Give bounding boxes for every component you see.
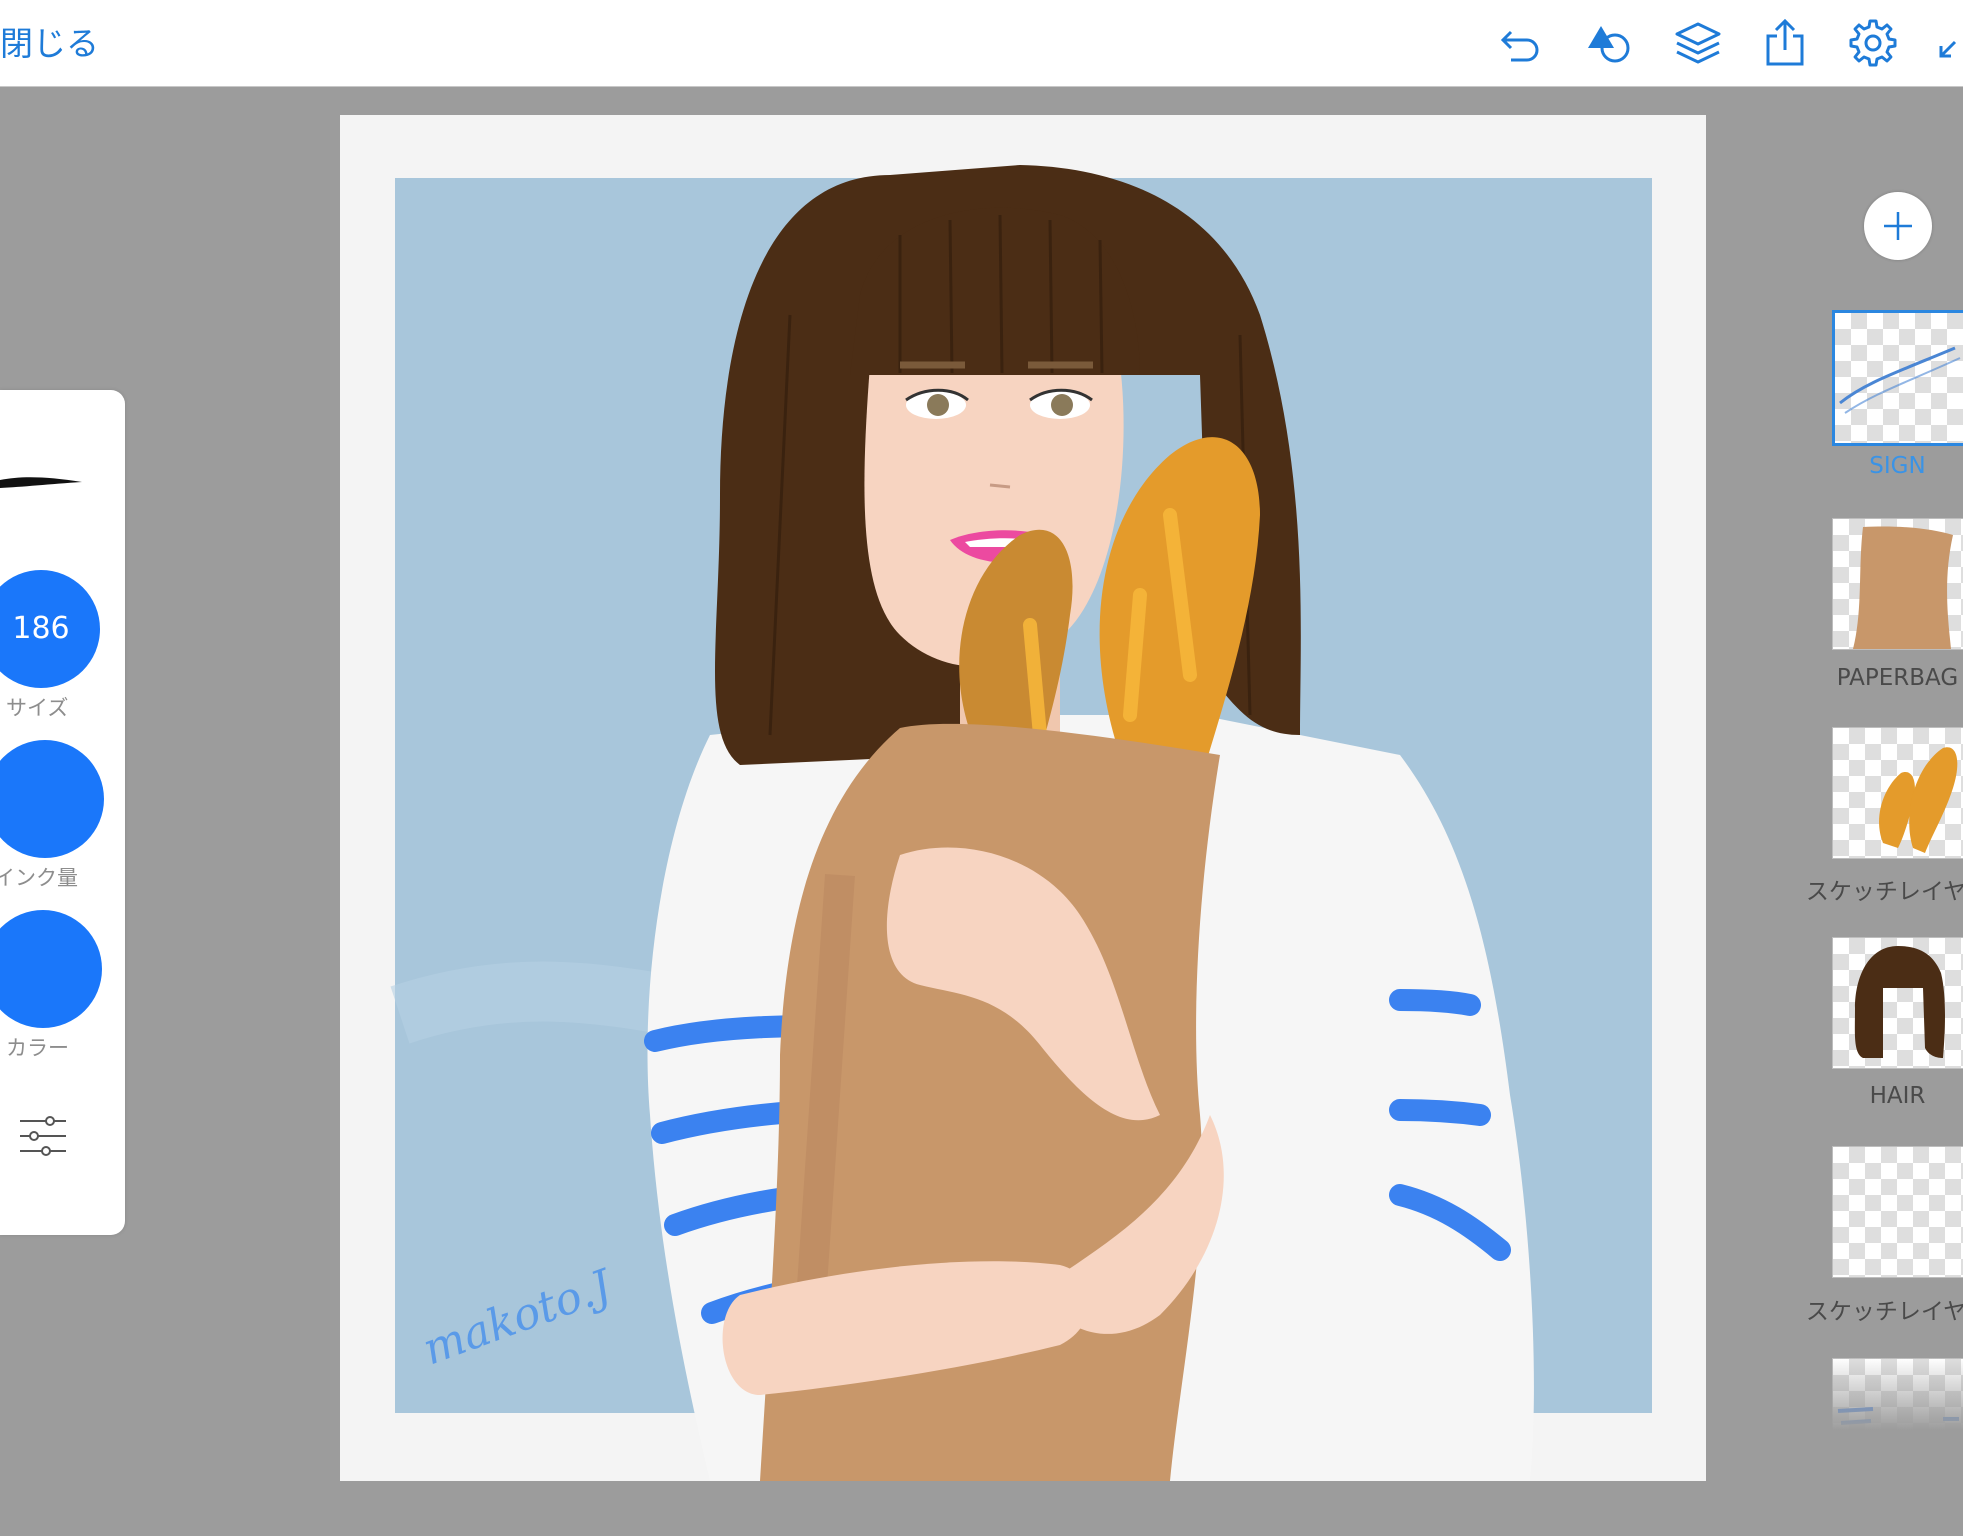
add-layer-button[interactable] [1864, 192, 1932, 260]
ink-flow-label: インク量 [0, 866, 78, 890]
color-label: カラー [6, 1036, 69, 1060]
layer-thumbnail-sketch-1[interactable] [1832, 727, 1963, 859]
layer-thumbnail-hair[interactable] [1832, 937, 1963, 1069]
top-toolbar: 閉じる [0, 0, 1963, 87]
layer-thumbnail-sign[interactable] [1832, 310, 1963, 446]
layer-thumbnail-sketch-2[interactable] [1832, 1146, 1963, 1278]
layer-label-paperbag: PAPERBAG [1836, 665, 1959, 691]
layer-thumbnail-partial[interactable] [1832, 1358, 1963, 1438]
close-button[interactable]: 閉じる [0, 20, 99, 68]
size-label: サイズ [6, 696, 69, 720]
brush-preview [0, 477, 82, 488]
layer-label-sketch-1: スケッチレイヤー [1805, 879, 1963, 905]
layer-label-hair: HAIR [1869, 1083, 1926, 1109]
share-icon[interactable] [1760, 18, 1810, 68]
artwork-illustration: makoto.J [390, 165, 1652, 1481]
layer-label-sketch-2: スケッチレイヤー [1805, 1299, 1963, 1325]
shapes-icon[interactable] [1585, 18, 1635, 68]
collapse-icon[interactable] [1935, 18, 1963, 68]
layer-thumbnail-paperbag[interactable] [1832, 518, 1963, 650]
gear-icon[interactable] [1848, 18, 1898, 68]
plus-icon [1884, 212, 1912, 240]
layer-label-sign: SIGN [1869, 453, 1926, 479]
sliders-icon[interactable] [18, 1112, 68, 1160]
drawing-canvas[interactable]: makoto.J [340, 115, 1706, 1481]
layers-icon[interactable] [1673, 18, 1723, 68]
undo-icon[interactable] [1497, 18, 1547, 68]
